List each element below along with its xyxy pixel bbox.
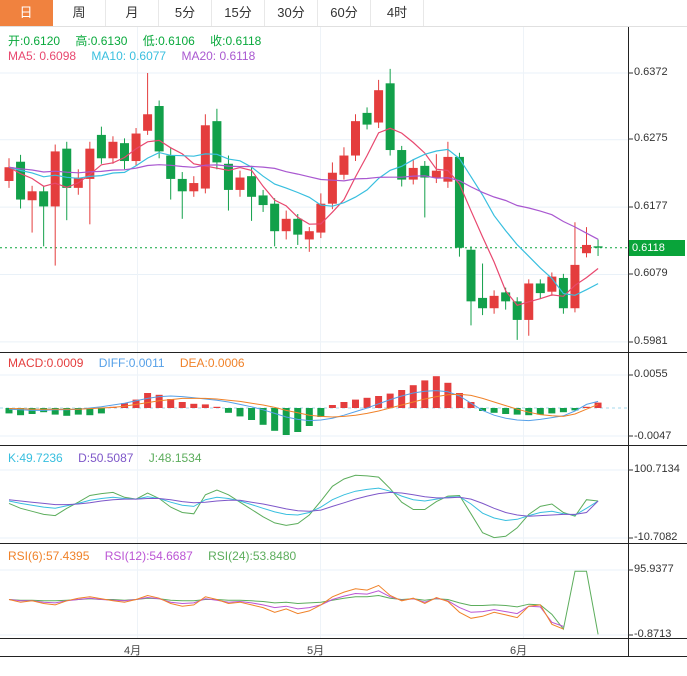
open-value: 开:0.6120 xyxy=(8,34,60,48)
ma5-value: MA5: 0.6098 xyxy=(8,49,76,63)
low-value: 低:0.6106 xyxy=(143,34,195,48)
rsi-readout: RSI(6):57.4395 RSI(12):54.6687 RSI(24):5… xyxy=(8,549,308,563)
k-value: K:49.7236 xyxy=(8,451,63,465)
ma20-value: MA20: 0.6118 xyxy=(181,49,255,63)
price-axis-tick: 0.6275 xyxy=(634,132,668,144)
macd-axis-tick: -0.0047 xyxy=(634,430,671,442)
xaxis-label-may: 5月 xyxy=(307,642,324,658)
chart-canvas[interactable] xyxy=(0,0,687,676)
close-value: 收:0.6118 xyxy=(210,34,261,48)
kdj-axis-tick: 100.7134 xyxy=(634,463,680,475)
kdj-axis-tick: -10.7082 xyxy=(634,531,677,543)
current-price-tag: 0.6118 xyxy=(629,240,685,256)
d-value: D:50.5087 xyxy=(78,451,133,465)
price-axis-tick: 0.6372 xyxy=(634,66,668,78)
price-axis-tick: 0.6079 xyxy=(634,267,668,279)
j-value: J:48.1534 xyxy=(149,451,202,465)
diff-value: DIFF:0.0011 xyxy=(99,356,165,370)
rsi12-value: RSI(12):54.6687 xyxy=(105,549,193,563)
xaxis-label-june: 6月 xyxy=(510,642,527,658)
price-axis-tick: 0.5981 xyxy=(634,335,668,347)
macd-value: MACD:0.0009 xyxy=(8,356,83,370)
ma-readout: MA5: 0.6098 MA10: 0.6077 MA20: 0.6118 xyxy=(8,49,267,63)
dea-value: DEA:0.0006 xyxy=(180,356,245,370)
ohlc-readout: 开:0.6120 高:0.6130 低:0.6106 收:0.6118 xyxy=(8,32,273,49)
ma10-value: MA10: 0.6077 xyxy=(91,49,166,63)
macd-readout: MACD:0.0009 DIFF:0.0011 DEA:0.0006 xyxy=(8,356,257,370)
rsi6-value: RSI(6):57.4395 xyxy=(8,549,89,563)
rsi-axis-tick: -0.8713 xyxy=(634,628,671,640)
kdj-readout: K:49.7236 D:50.5087 J:48.1534 xyxy=(8,451,214,465)
rsi24-value: RSI(24):53.8480 xyxy=(208,549,296,563)
high-value: 高:0.6130 xyxy=(75,34,127,48)
price-axis-tick: 0.6177 xyxy=(634,200,668,212)
rsi-axis-tick: 95.9377 xyxy=(634,563,674,575)
kline-chart-app: 日 周 月 5分 15分 30分 60分 4时 开:0.6120 高:0.613… xyxy=(0,0,687,676)
xaxis-label-april: 4月 xyxy=(124,642,141,658)
macd-axis-tick: 0.0055 xyxy=(634,368,668,380)
